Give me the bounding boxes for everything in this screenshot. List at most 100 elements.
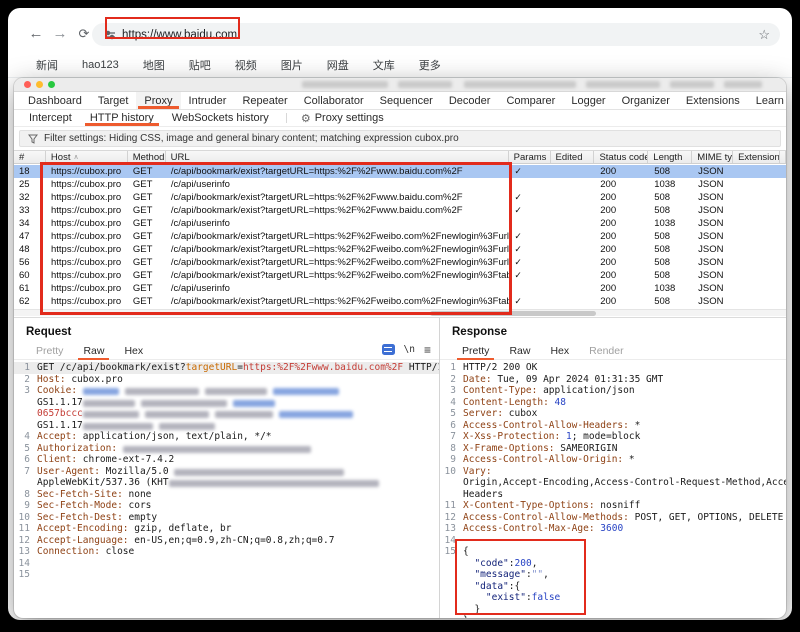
request-tab-hex[interactable]: Hex — [114, 342, 153, 359]
tab-learn[interactable]: Learn — [748, 92, 786, 109]
browser-toolbar: ← → ⟳ https://www.baidu.com ☆ — [8, 16, 800, 52]
column-header-status-code[interactable]: Status code — [594, 151, 648, 163]
bookmark-item[interactable]: 新闻 — [36, 57, 58, 73]
line-number: 7 — [14, 466, 30, 478]
bookmark-item[interactable]: 文库 — [373, 57, 395, 73]
line-number — [440, 581, 456, 593]
redacted-text — [159, 423, 215, 430]
bookmark-item[interactable]: hao123 — [82, 59, 119, 71]
filter-settings-bar[interactable]: Filter settings: Hiding CSS, image and g… — [19, 130, 781, 147]
editor-line: 9Access-Control-Allow-Origin: * — [440, 454, 786, 466]
table-row[interactable]: 47https://cubox.proGET/c/api/bookmark/ex… — [14, 230, 786, 243]
column-header-extension[interactable]: Extension — [733, 151, 780, 163]
redacted-title-text — [724, 81, 762, 88]
site-settings-icon[interactable] — [104, 29, 116, 41]
tab-comparer[interactable]: Comparer — [498, 92, 563, 109]
tab-collaborator[interactable]: Collaborator — [296, 92, 372, 109]
line-number — [14, 397, 30, 409]
response-tab-raw[interactable]: Raw — [499, 342, 540, 359]
editor-line: 5Server: cubox — [440, 408, 786, 420]
response-tab-render[interactable]: Render — [579, 342, 633, 359]
bookmark-item[interactable]: 图片 — [281, 57, 303, 73]
column-header-method[interactable]: Method — [128, 151, 166, 163]
tab-logger[interactable]: Logger — [563, 92, 613, 109]
table-row[interactable]: 60https://cubox.proGET/c/api/bookmark/ex… — [14, 269, 786, 282]
table-row[interactable]: 56https://cubox.proGET/c/api/bookmark/ex… — [14, 256, 786, 269]
sort-ascending-icon: ∧ — [73, 153, 78, 161]
scrollbar-thumb[interactable] — [430, 311, 596, 316]
minimize-window-button[interactable] — [36, 81, 43, 88]
request-tab-raw[interactable]: Raw — [73, 342, 114, 359]
line-number: 15 — [440, 546, 456, 558]
response-tab-pretty[interactable]: Pretty — [452, 342, 499, 359]
bookmark-item[interactable]: 视频 — [235, 57, 257, 73]
line-number: 2 — [440, 374, 456, 386]
redacted-text — [83, 411, 139, 418]
editor-line: GS1.1.17 — [14, 420, 439, 432]
line-number: 13 — [14, 546, 30, 558]
column-header-edited[interactable]: Edited — [551, 151, 595, 163]
tab-organizer[interactable]: Organizer — [614, 92, 678, 109]
table-row[interactable]: 48https://cubox.proGET/c/api/bookmark/ex… — [14, 243, 786, 256]
table-row[interactable]: 61https://cubox.proGET/c/api/userinfo200… — [14, 282, 786, 295]
line-number: 11 — [14, 523, 30, 535]
table-row[interactable]: 33https://cubox.proGET/c/api/bookmark/ex… — [14, 204, 786, 217]
bookmark-item[interactable]: 贴吧 — [189, 57, 211, 73]
show-newlines-icon[interactable]: \n — [404, 344, 415, 355]
editor-line: "exist":false — [440, 592, 786, 604]
request-tab-pretty[interactable]: Pretty — [26, 342, 73, 359]
line-number: 10 — [440, 466, 456, 478]
tab-dashboard[interactable]: Dashboard — [20, 92, 90, 109]
tab-intruder[interactable]: Intruder — [181, 92, 235, 109]
table-row[interactable]: 25https://cubox.proGET/c/api/userinfo200… — [14, 178, 786, 191]
column-header-t[interactable]: T — [780, 151, 786, 163]
line-number: 6 — [14, 454, 30, 466]
editor-line: 10Vary: — [440, 466, 786, 478]
subtab-intercept[interactable]: Intercept — [20, 110, 81, 126]
tab-decoder[interactable]: Decoder — [441, 92, 499, 109]
line-number: 12 — [440, 512, 456, 524]
table-row[interactable]: 32https://cubox.proGET/c/api/bookmark/ex… — [14, 191, 786, 204]
editor-line: "code":200, — [440, 558, 786, 570]
redacted-text — [279, 411, 353, 418]
url-text[interactable]: https://www.baidu.com — [122, 29, 237, 41]
bookmark-star-icon[interactable]: ☆ — [758, 27, 770, 43]
tab-proxy[interactable]: Proxy — [136, 92, 180, 109]
editor-menu-icon[interactable]: ≡ — [424, 345, 431, 355]
response-tab-hex[interactable]: Hex — [540, 342, 579, 359]
response-editor[interactable]: 1HTTP/2 200 OK2Date: Tue, 09 Apr 2024 01… — [440, 362, 786, 618]
pretty-print-icon[interactable] — [382, 344, 395, 355]
request-editor[interactable]: 1GET /c/api/bookmark/exist?targetURL=htt… — [14, 362, 439, 618]
tab-extensions[interactable]: Extensions — [678, 92, 748, 109]
subtab-websockets-history[interactable]: WebSockets history — [163, 110, 278, 126]
bookmarks-bar: 新闻 hao123 地图 贴吧 视频 图片 网盘 文库 更多 — [8, 52, 792, 78]
close-window-button[interactable] — [24, 81, 31, 88]
forward-icon[interactable]: → — [48, 16, 72, 52]
table-row[interactable]: 34https://cubox.proGET/c/api/userinfo200… — [14, 217, 786, 230]
column-header-host[interactable]: Host∧ — [46, 151, 128, 163]
proxy-settings-button[interactable]: ⚙Proxy settings — [295, 110, 390, 126]
tab-repeater[interactable]: Repeater — [234, 92, 295, 109]
line-number: 14 — [440, 535, 456, 547]
column-header-mime-type[interactable]: MIME type — [692, 151, 733, 163]
redacted-title-text — [464, 81, 576, 88]
column-header-length[interactable]: Length — [648, 151, 692, 163]
tab-sequencer[interactable]: Sequencer — [372, 92, 441, 109]
line-number: 1 — [14, 362, 30, 374]
bookmark-item[interactable]: 更多 — [419, 57, 441, 73]
url-bar[interactable]: https://www.baidu.com ☆ — [92, 23, 780, 46]
column-header-params[interactable]: Params — [509, 151, 551, 163]
column-header-url[interactable]: URL — [166, 151, 509, 163]
subtab-http-history[interactable]: HTTP history — [81, 110, 163, 126]
bookmark-item[interactable]: 网盘 — [327, 57, 349, 73]
back-icon[interactable]: ← — [24, 16, 48, 52]
line-number — [440, 558, 456, 570]
table-row[interactable]: 62https://cubox.proGET/c/api/bookmark/ex… — [14, 295, 786, 308]
tab-target[interactable]: Target — [90, 92, 137, 109]
message-editors: Request PrettyRawHex \n ≡ 1GET /c/api/bo… — [14, 317, 786, 618]
table-row[interactable]: 18https://cubox.proGET/c/api/bookmark/ex… — [14, 165, 786, 178]
zoom-window-button[interactable] — [48, 81, 55, 88]
bookmark-item[interactable]: 地图 — [143, 57, 165, 73]
column-header-#[interactable]: # — [14, 151, 46, 163]
editor-line: 13Access-Control-Max-Age: 3600 — [440, 523, 786, 535]
